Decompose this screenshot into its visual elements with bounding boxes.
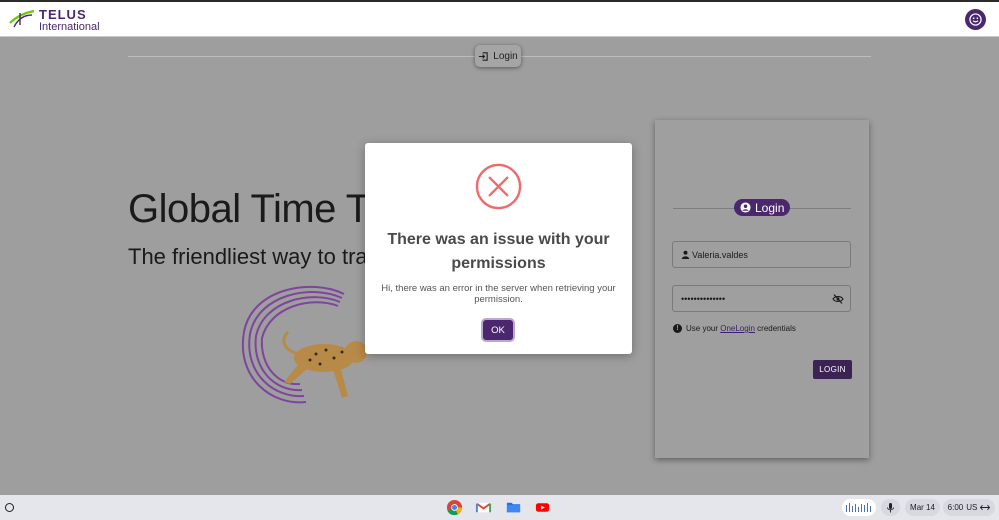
login-nav-chip[interactable]: Login (475, 45, 521, 67)
tray-thumbnail[interactable] (842, 499, 876, 516)
network-arrows-icon (980, 504, 991, 511)
login-arrow-icon (479, 51, 488, 61)
user-avatar-button[interactable] (965, 9, 986, 30)
chrome-icon[interactable] (446, 499, 463, 516)
date-pill[interactable]: Mar 14 (905, 499, 940, 516)
files-icon[interactable] (505, 499, 522, 516)
username-field[interactable]: Valeria.valdes (672, 241, 851, 268)
login-card-title-text: Login (755, 200, 785, 215)
smiley-face-icon (969, 13, 982, 26)
dialog-title: There was an issue with your permissions (387, 231, 610, 272)
hint-suffix: credentials (754, 324, 796, 333)
status-tray[interactable]: 6:00 US (943, 499, 995, 516)
youtube-icon[interactable] (534, 499, 551, 516)
login-card-title: Login (734, 199, 791, 216)
onelogin-link[interactable]: OneLogin (720, 324, 755, 333)
error-dialog: There was an issue with your permissions… (365, 143, 632, 354)
login-chip-label: Login (493, 50, 518, 62)
locale-text: US (966, 503, 978, 512)
brand-name: TELUS (39, 7, 87, 22)
username-value: Valeria.valdes (692, 250, 748, 260)
info-icon: ! (673, 324, 682, 333)
dialog-message: Hi, there was an error in the server whe… (381, 283, 616, 305)
ok-button[interactable]: OK (483, 320, 513, 340)
os-taskbar: Mar 14 6:00 US (0, 495, 999, 520)
microphone-icon (887, 503, 894, 513)
hero-subtitle: The friendliest way to track (128, 244, 390, 269)
login-button[interactable]: LOGIN (813, 360, 852, 379)
user-circle-icon (740, 202, 751, 213)
brand-sub: International (39, 21, 100, 33)
password-field[interactable]: •••••••••••••• (672, 285, 851, 312)
eye-off-icon[interactable] (832, 293, 844, 305)
telus-international-logo[interactable]: TELUS International (8, 5, 118, 35)
login-hint: ! Use your OneLogin credentials (673, 324, 796, 333)
person-icon (681, 250, 690, 259)
hint-prefix: Use your (686, 324, 721, 333)
app-header: TELUS International (0, 2, 999, 37)
screen-preview-icon (846, 503, 871, 512)
launcher-icon[interactable] (5, 503, 14, 512)
error-circle-x-icon (475, 163, 522, 210)
login-card: Login Valeria.valdes •••••••••••••• ! Us… (655, 120, 869, 458)
gmail-icon[interactable] (475, 499, 492, 516)
password-value: •••••••••••••• (681, 294, 726, 304)
date-text: Mar 14 (910, 503, 935, 512)
clock-text: 6:00 (947, 503, 964, 512)
mic-button[interactable] (881, 499, 900, 516)
telus-logo-mark-icon (9, 9, 35, 28)
